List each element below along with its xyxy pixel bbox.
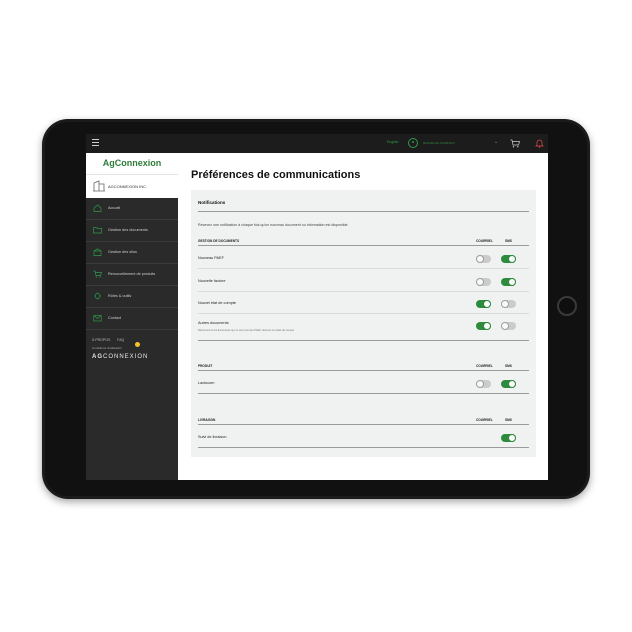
sidebar-item-label: Gestion des silos [108,250,137,254]
divider [198,424,529,425]
home-button[interactable] [557,296,577,316]
toggle-email[interactable] [476,255,491,263]
brand-bold: AG [92,354,103,360]
sidebar-item-label: Accueil [108,206,121,210]
company-selector[interactable]: AGCONNEXION INC. [86,174,178,198]
tools-icon [94,292,101,300]
toggle-sms[interactable] [501,278,516,286]
bell-icon[interactable] [535,138,544,148]
divider [198,291,529,292]
divider [198,211,529,212]
notifications-card: Notifications Recevez une notification à… [191,190,536,457]
row-label: Nouveau PAEF [198,256,224,260]
sidebar-item-label: Rôles & outils [108,294,132,298]
column-sms: SMS [505,418,512,422]
toggle-sms[interactable] [501,434,516,442]
top-bar: English NICHOLAS CONTACT ⌄ [86,134,548,153]
main-content: Préférences de communications Notificati… [178,153,548,480]
screen: English NICHOLAS CONTACT ⌄ AgConnexion A… [86,134,548,480]
toggle-sms[interactable] [501,380,516,388]
toggle-sms[interactable] [501,322,516,330]
conditions-row: Conditions d'utilisation [86,342,178,350]
sidebar-item-contact[interactable]: Contact [86,308,178,330]
page-title: Préférences de communications [191,169,361,181]
divider [198,370,529,371]
divider [198,245,529,246]
row-label: Suivi de livraison [198,435,227,439]
hamburger-icon[interactable] [92,139,99,148]
section-title: GESTION DE DOCUMENTS [198,239,240,243]
silo-icon [93,248,102,256]
column-email: COURRIEL [476,364,493,368]
building-icon [93,180,105,192]
row-sublabel: Retrouvez ici les documents qui ne sont … [198,329,295,332]
sidebar: AgConnexion AGCONNEXION INC. Accueil Ges… [86,153,178,480]
card-description: Recevez une notification à chaque fois q… [198,223,349,227]
divider [198,447,529,448]
conditions-link[interactable]: Conditions d'utilisation [92,346,122,350]
sidebar-item-label: Gestion des documents [108,228,148,232]
language-link[interactable]: English [387,140,398,144]
sidebar-item-documents[interactable]: Gestion des documents [86,220,178,242]
sidebar-logo[interactable]: AgConnexion [86,153,178,174]
toggle-email[interactable] [476,380,491,388]
cart-icon[interactable] [510,139,520,148]
footer-links: À PROPOS FAQ [86,338,178,342]
row-label: Lactocom [198,381,215,385]
about-link[interactable]: À PROPOS [92,338,110,342]
user-avatar-icon[interactable] [408,138,418,148]
cart-icon [93,270,102,278]
toggle-email[interactable] [476,322,491,330]
divider [198,393,529,394]
divider [198,340,529,341]
toggle-email[interactable] [476,300,491,308]
toggle-email[interactable] [476,278,491,286]
section-title: PRODUIT [198,364,213,368]
company-name: AGCONNEXION INC. [108,184,148,189]
faq-link[interactable]: FAQ [117,338,124,342]
sidebar-item-label: Contact [108,316,122,320]
chat-bubble-icon[interactable] [135,342,140,347]
chevron-down-icon[interactable]: ⌄ [494,139,498,145]
sidebar-item-renouvellement[interactable]: Renouvellement de produits [86,264,178,286]
section-title: LIVRAISON [198,418,216,422]
home-icon [93,204,102,212]
sidebar-brand: AGCONNEXION [86,354,178,360]
column-sms: SMS [505,364,512,368]
card-heading: Notifications [198,200,226,205]
sidebar-item-label: Renouvellement de produits [108,272,156,276]
brand-light: CONNEXION [103,354,149,360]
contact-icon [93,315,102,322]
toggle-sms[interactable] [501,255,516,263]
divider [198,313,529,314]
user-name[interactable]: NICHOLAS CONTACT [423,141,455,145]
column-email: COURRIEL [476,418,493,422]
column-email: COURRIEL [476,239,493,243]
sidebar-item-accueil[interactable]: Accueil [86,198,178,220]
divider [198,268,529,269]
folder-icon [93,227,102,234]
sidebar-item-roles[interactable]: Rôles & outils [86,286,178,308]
sidebar-item-silos[interactable]: Gestion des silos [86,242,178,264]
column-sms: SMS [505,239,512,243]
toggle-sms[interactable] [501,300,516,308]
row-label: Autres documents [198,321,229,325]
row-label: Nouvel état de compte [198,301,236,305]
row-label: Nouvelle facture [198,279,226,283]
